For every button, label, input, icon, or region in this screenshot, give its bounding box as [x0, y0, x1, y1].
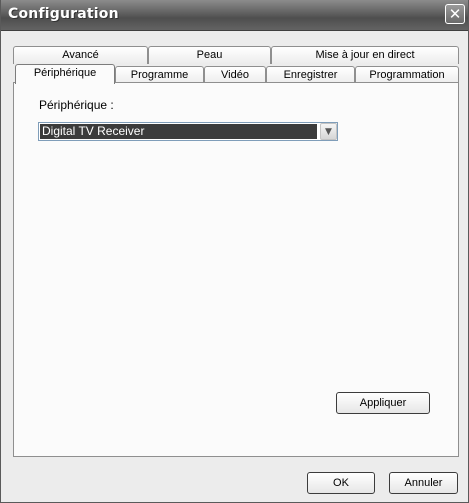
- device-select[interactable]: Digital TV Receiver ▼: [38, 122, 338, 141]
- apply-button[interactable]: Appliquer: [336, 392, 430, 414]
- close-button[interactable]: ✕: [445, 4, 465, 24]
- device-tab-panel: Périphérique : Digital TV Receiver ▼ App…: [13, 82, 459, 457]
- window-title: Configuration: [8, 6, 119, 22]
- close-icon: ✕: [448, 5, 462, 23]
- title-bar[interactable]: Configuration ✕: [1, 0, 468, 31]
- device-select-value: Digital TV Receiver: [40, 124, 317, 139]
- device-label: Périphérique :: [39, 98, 114, 112]
- chevron-down-icon[interactable]: ▼: [320, 123, 337, 140]
- tab-peau[interactable]: Peau: [148, 46, 271, 64]
- tab-mise-a-jour-en-direct[interactable]: Mise à jour en direct: [271, 46, 459, 64]
- tab-avance[interactable]: Avancé: [13, 46, 148, 64]
- configuration-dialog: Configuration ✕ Avancé Peau Mise à jour …: [0, 0, 469, 503]
- tab-peripherique[interactable]: Périphérique: [15, 64, 115, 84]
- cancel-button[interactable]: Annuler: [389, 472, 458, 494]
- ok-button[interactable]: OK: [307, 472, 375, 494]
